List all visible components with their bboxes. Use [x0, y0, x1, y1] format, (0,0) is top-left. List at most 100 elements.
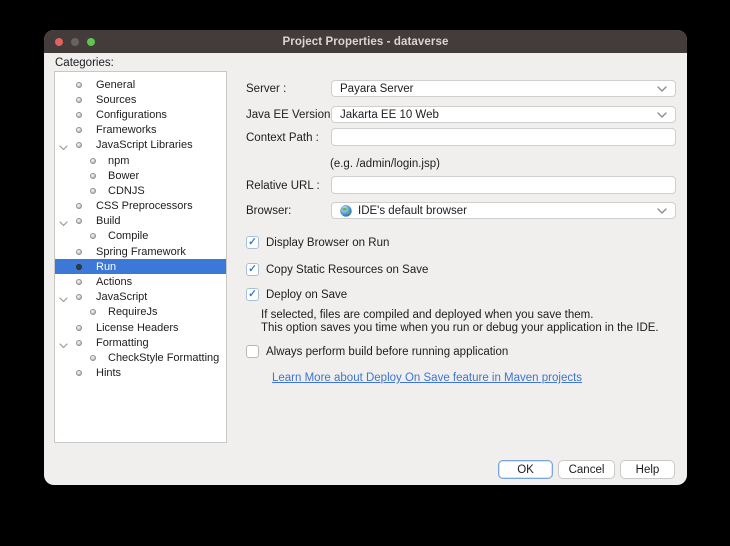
project-properties-dialog: Project Properties - dataverse Categorie…	[44, 30, 687, 485]
chevron-down-icon[interactable]	[59, 294, 68, 300]
java-ee-version-label: Java EE Version :	[246, 109, 337, 121]
tree-item-label: Configurations	[96, 109, 167, 121]
node-bullet-icon	[76, 249, 82, 255]
context-path-input[interactable]	[331, 128, 676, 146]
chevron-down-icon[interactable]	[59, 142, 68, 148]
tree-item-npm[interactable]: npm	[55, 153, 226, 168]
node-bullet-icon	[90, 233, 96, 239]
java-ee-version-combobox[interactable]: Jakarta EE 10 Web	[331, 106, 676, 123]
deploy-on-save-learn-more-link[interactable]: Learn More about Deploy On Save feature …	[272, 372, 582, 384]
cancel-button[interactable]: Cancel	[558, 460, 615, 479]
chevron-down-icon	[657, 83, 667, 95]
tree-item-css-preprocessors[interactable]: CSS Preprocessors	[55, 199, 226, 214]
tree-item-compile[interactable]: Compile	[55, 229, 226, 244]
tree-item-label: Formatting	[96, 337, 149, 349]
copy-static-resources-checkbox[interactable]: ✓	[246, 263, 259, 276]
tree-item-actions[interactable]: Actions	[55, 274, 226, 289]
tree-item-label: CDNJS	[108, 185, 145, 197]
tree-item-general[interactable]: General	[55, 77, 226, 92]
node-bullet-icon	[76, 112, 82, 118]
node-bullet-icon	[76, 97, 82, 103]
deploy-description-line1: If selected, files are compiled and depl…	[261, 309, 593, 321]
tree-item-requirejs[interactable]: RequireJs	[55, 305, 226, 320]
close-button[interactable]	[55, 38, 63, 46]
tree-item-build[interactable]: Build	[55, 214, 226, 229]
tree-item-license-headers[interactable]: License Headers	[55, 320, 226, 335]
tree-item-frameworks[interactable]: Frameworks	[55, 123, 226, 138]
java-ee-version-combobox-value: Jakarta EE 10 Web	[340, 109, 439, 121]
relative-url-input[interactable]	[331, 176, 676, 194]
chevron-down-icon	[657, 205, 667, 217]
node-bullet-icon	[76, 279, 82, 285]
always-build-row: Always perform build before running appl…	[246, 345, 508, 358]
node-bullet-icon	[76, 340, 82, 346]
deploy-on-save-label: Deploy on Save	[266, 289, 347, 301]
context-path-label: Context Path :	[246, 132, 319, 144]
tree-item-label: Run	[96, 261, 116, 273]
node-bullet-icon	[90, 173, 96, 179]
node-bullet-icon	[76, 203, 82, 209]
help-button[interactable]: Help	[620, 460, 675, 479]
tree-item-label: Build	[96, 215, 120, 227]
tree-item-label: RequireJs	[108, 306, 158, 318]
zoom-button[interactable]	[87, 38, 95, 46]
node-bullet-icon	[76, 82, 82, 88]
tree-item-label: License Headers	[96, 322, 179, 334]
tree-item-label: CheckStyle Formatting	[108, 352, 219, 364]
globe-icon	[340, 205, 352, 217]
tree-item-configurations[interactable]: Configurations	[55, 107, 226, 122]
tree-item-label: JavaScript Libraries	[96, 139, 193, 151]
node-bullet-icon	[90, 188, 96, 194]
relative-url-label: Relative URL :	[246, 180, 320, 192]
display-browser-on-run-checkbox[interactable]: ✓	[246, 236, 259, 249]
browser-label: Browser:	[246, 205, 291, 217]
browser-combobox[interactable]: IDE's default browser	[331, 202, 676, 219]
deploy-description-line2: This option saves you time when you run …	[261, 322, 659, 334]
node-bullet-icon	[76, 325, 82, 331]
node-bullet-icon	[76, 142, 82, 148]
tree-item-label: Actions	[96, 276, 132, 288]
tree-item-javascript[interactable]: JavaScript	[55, 290, 226, 305]
tree-item-javascript-libraries[interactable]: JavaScript Libraries	[55, 138, 226, 153]
node-bullet-icon	[76, 127, 82, 133]
server-label: Server :	[246, 83, 286, 95]
tree-item-label: Frameworks	[96, 124, 157, 136]
tree-item-label: CSS Preprocessors	[96, 200, 193, 212]
ok-button[interactable]: OK	[498, 460, 553, 479]
categories-tree[interactable]: General Sources Configurations Frameworks Ja…	[54, 71, 227, 443]
chevron-down-icon[interactable]	[59, 218, 68, 224]
node-bullet-icon	[76, 264, 82, 270]
tree-item-label: JavaScript	[96, 291, 147, 303]
tree-item-label: General	[96, 79, 135, 91]
categories-label: Categories:	[55, 57, 114, 69]
always-build-label: Always perform build before running appl…	[266, 346, 508, 358]
server-combobox[interactable]: Payara Server	[331, 80, 676, 97]
tree-item-run[interactable]: Run	[55, 259, 226, 274]
traffic-lights	[55, 30, 95, 53]
browser-combobox-value: IDE's default browser	[358, 205, 467, 217]
deploy-on-save-checkbox[interactable]: ✓	[246, 288, 259, 301]
tree-item-cdnjs[interactable]: CDNJS	[55, 183, 226, 198]
window-title: Project Properties - dataverse	[283, 36, 449, 48]
server-combobox-value: Payara Server	[340, 83, 414, 95]
tree-item-label: Spring Framework	[96, 246, 186, 258]
chevron-down-icon[interactable]	[59, 340, 68, 346]
tree-item-formatting[interactable]: Formatting	[55, 335, 226, 350]
tree-item-label: Hints	[96, 367, 121, 379]
tree-item-label: Bower	[108, 170, 139, 182]
copy-static-resources-label: Copy Static Resources on Save	[266, 264, 428, 276]
chevron-down-icon	[657, 109, 667, 121]
always-build-checkbox[interactable]	[246, 345, 259, 358]
title-bar[interactable]: Project Properties - dataverse	[44, 30, 687, 53]
deploy-on-save-row: ✓ Deploy on Save	[246, 288, 347, 301]
copy-static-resources-row: ✓ Copy Static Resources on Save	[246, 263, 428, 276]
display-browser-on-run-row: ✓ Display Browser on Run	[246, 236, 389, 249]
tree-item-sources[interactable]: Sources	[55, 92, 226, 107]
tree-item-hints[interactable]: Hints	[55, 366, 226, 381]
tree-item-label: Compile	[108, 230, 148, 242]
tree-item-bower[interactable]: Bower	[55, 168, 226, 183]
tree-item-checkstyle-formatting[interactable]: CheckStyle Formatting	[55, 350, 226, 365]
tree-item-label: Sources	[96, 94, 136, 106]
node-bullet-icon	[76, 370, 82, 376]
tree-item-spring-framework[interactable]: Spring Framework	[55, 244, 226, 259]
